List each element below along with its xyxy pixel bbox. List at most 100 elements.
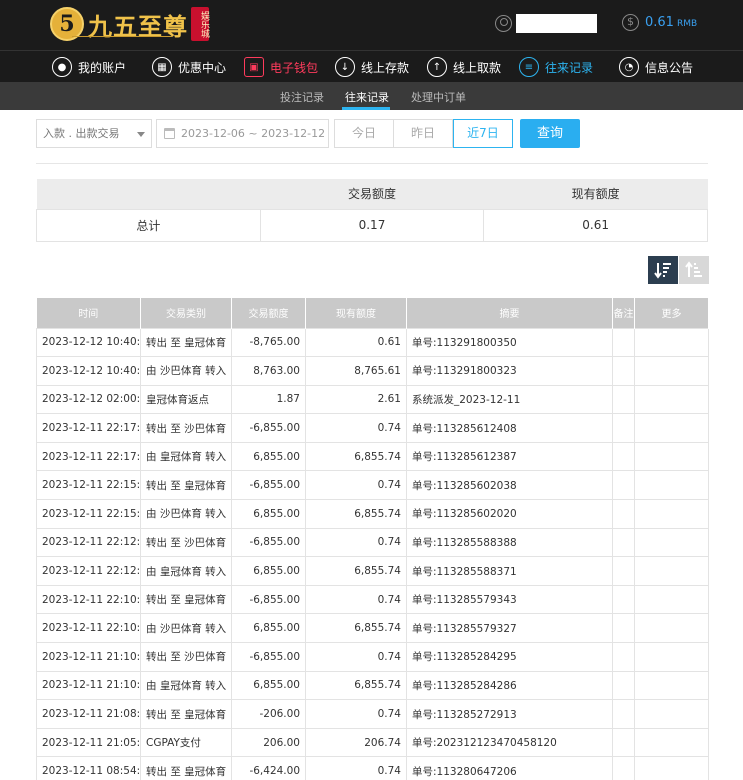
record-type: 由 皇冠体育 转入 (140, 441, 232, 472)
table-row: 2023-12-11 22:12:25由 皇冠体育 转入6,855.006,85… (36, 556, 709, 586)
record-amount: -6,855.00 (231, 584, 306, 615)
sort-descending-button[interactable] (648, 256, 678, 284)
balance-display: 0.61 RMB (645, 15, 697, 30)
nav-label: 优惠中心 (178, 60, 227, 75)
record-remark (612, 413, 635, 443)
nav-label: 信息公告 (645, 60, 694, 75)
record-more[interactable] (634, 670, 709, 701)
record-type: 由 沙巴体育 转入 (140, 613, 232, 644)
record-more[interactable] (634, 727, 709, 758)
summary-header (36, 179, 261, 209)
record-summary: 单号:113285612387 (406, 441, 613, 472)
record-summary: 单号:202312123470458120 (406, 727, 613, 758)
record-summary: 单号:113285602020 (406, 499, 613, 529)
query-button[interactable]: 查询 (520, 119, 580, 148)
summary-row: 总计 0.17 0.61 (36, 208, 708, 242)
record-type: 转出 至 沙巴体育 (140, 527, 232, 558)
column-header-more[interactable]: 更多 (634, 298, 709, 328)
record-amount: 6,855.00 (231, 556, 306, 586)
logo-badge: 娱乐城 (191, 7, 209, 41)
record-more[interactable] (634, 356, 709, 386)
nav-records[interactable]: ≡ 往来记录 (519, 55, 593, 79)
summary-header: 交易额度 (260, 179, 484, 209)
column-header-balance[interactable]: 现有额度 (305, 298, 407, 328)
nav-withdraw[interactable]: ↑ 线上取款 (427, 55, 501, 79)
record-remark (612, 556, 635, 586)
column-header-remark[interactable]: 备注 (612, 298, 635, 328)
record-more[interactable] (634, 441, 709, 472)
record-summary: 单号:113285284295 (406, 642, 613, 672)
record-summary: 系统派发_2023-12-11 (406, 384, 613, 415)
record-type: 转出 至 皇冠体育 (140, 756, 232, 780)
sort-ascending-icon (685, 261, 702, 277)
record-more[interactable] (634, 327, 709, 358)
record-amount: -6,855.00 (231, 527, 306, 558)
table-row: 2023-12-11 22:17:01由 皇冠体育 转入6,855.006,85… (36, 441, 709, 472)
sort-ascending-button[interactable] (679, 256, 709, 284)
table-row: 2023-12-11 22:15:00由 沙巴体育 转入6,855.006,85… (36, 499, 709, 529)
record-more[interactable] (634, 384, 709, 415)
balance-unit: RMB (676, 19, 698, 29)
record-more[interactable] (634, 499, 709, 529)
record-remark (612, 527, 635, 558)
summary-transaction-amount: 0.17 (259, 208, 485, 242)
calendar-icon (164, 128, 175, 139)
record-summary: 单号:113285588388 (406, 527, 613, 558)
record-more[interactable] (634, 756, 709, 780)
yesterday-button[interactable]: 昨日 (393, 119, 453, 148)
record-balance: 8,765.61 (305, 356, 407, 386)
record-more[interactable] (634, 527, 709, 558)
nav-e-wallet[interactable]: ▣ 电子钱包 (244, 55, 318, 79)
gift-icon: ▦ (152, 57, 172, 77)
today-button[interactable]: 今日 (334, 119, 394, 148)
record-balance: 6,855.74 (305, 613, 407, 644)
record-remark (612, 470, 635, 501)
record-type: 转出 至 沙巴体育 (140, 642, 232, 672)
transaction-type-value: 入款 . 出款交易 (43, 127, 120, 140)
column-header-summary[interactable]: 摘要 (406, 298, 613, 328)
nav-deposit[interactable]: ↓ 线上存款 (335, 55, 409, 79)
record-more[interactable] (634, 470, 709, 501)
column-header-type[interactable]: 交易类别 (140, 298, 232, 328)
tab-bet-records[interactable]: 投注记录 (280, 89, 324, 105)
column-header-amount[interactable]: 交易额度 (231, 298, 306, 328)
record-type: 由 皇冠体育 转入 (140, 670, 232, 701)
sub-nav: 投注记录 往来记录 处理中订单 (0, 82, 743, 110)
record-summary: 单号:113285579343 (406, 584, 613, 615)
record-more[interactable] (634, 613, 709, 644)
user-icon[interactable] (495, 15, 512, 32)
nav-my-account[interactable]: ● 我的账户 (52, 55, 126, 79)
logo-decoration (72, 36, 172, 40)
record-type: 转出 至 皇冠体育 (140, 470, 232, 501)
record-more[interactable] (634, 642, 709, 672)
record-balance: 0.74 (305, 584, 407, 615)
record-more[interactable] (634, 584, 709, 615)
records-header-row: 时间 交易类别 交易额度 现有额度 摘要 备注 更多 (36, 298, 709, 328)
nav-promotions[interactable]: ▦ 优惠中心 (152, 55, 226, 79)
date-range-input[interactable]: 2023-12-06 ~ 2023-12-12 (156, 119, 329, 148)
record-time: 2023-12-12 02:00:04 (36, 384, 141, 415)
record-remark (612, 384, 635, 415)
table-row: 2023-12-11 08:54:14转出 至 皇冠体育-6,424.000.7… (36, 756, 709, 780)
record-remark (612, 727, 635, 758)
record-time: 2023-12-12 10:40:03 (36, 327, 141, 358)
record-more[interactable] (634, 413, 709, 443)
record-time: 2023-12-11 21:10:07 (36, 642, 141, 672)
tab-pending-orders[interactable]: 处理中订单 (411, 89, 466, 105)
record-amount: -6,855.00 (231, 413, 306, 443)
summary-header-row: 交易额度 现有额度 (36, 179, 708, 209)
record-remark (612, 499, 635, 529)
nav-announcements[interactable]: ◔ 信息公告 (619, 55, 693, 79)
record-more[interactable] (634, 556, 709, 586)
record-balance: 0.74 (305, 413, 407, 443)
record-amount: 206.00 (231, 727, 306, 758)
date-range-value: 2023-12-06 ~ 2023-12-12 (181, 127, 326, 140)
record-type: 由 沙巴体育 转入 (140, 356, 232, 386)
tab-transaction-records[interactable]: 往来记录 (345, 89, 389, 105)
transaction-type-select[interactable]: 入款 . 出款交易 (36, 119, 152, 148)
column-header-time[interactable]: 时间 (36, 298, 141, 328)
record-more[interactable] (634, 699, 709, 729)
last-7-days-button[interactable]: 近7日 (453, 119, 513, 148)
record-remark (612, 756, 635, 780)
record-type: 转出 至 皇冠体育 (140, 584, 232, 615)
